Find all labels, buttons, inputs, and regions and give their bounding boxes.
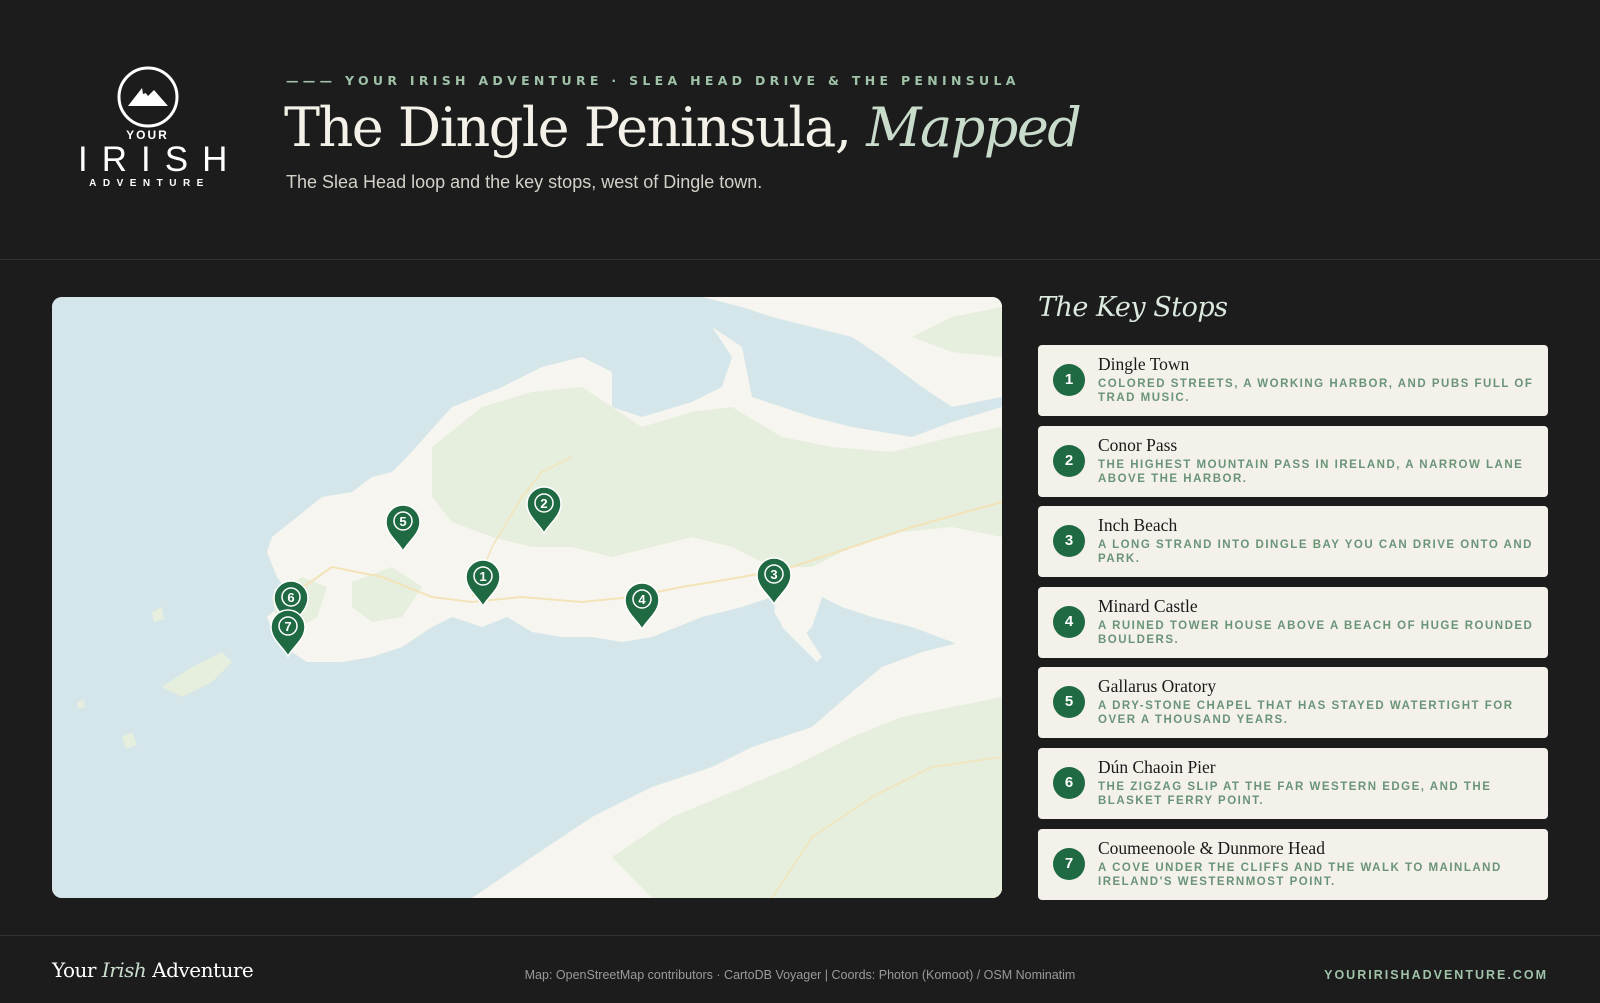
stop-description: The highest mountain pass in Ireland, a … <box>1098 458 1524 485</box>
map-marker-number: 3 <box>770 567 777 582</box>
page-title: The Dingle Peninsula, Mapped <box>284 96 1082 159</box>
title-accent: Mapped <box>866 96 1082 159</box>
stop-name: Inch Beach <box>1098 515 1178 536</box>
site-link[interactable]: YOURIRISHADVENTURE.COM <box>1324 968 1548 982</box>
stop-card[interactable]: 6 Dún Chaoin Pier The zigzag slip at the f… <box>1038 747 1548 819</box>
stop-name: Coumeenoole & Dunmore Head <box>1098 837 1325 858</box>
stop-number-badge: 2 <box>1053 444 1085 477</box>
stop-number-badge: 3 <box>1053 525 1085 558</box>
eyebrow: ——— YOUR IRISH ADVENTURE · SLEA HEAD DRI… <box>286 73 1020 88</box>
stop-description: A long strand into Dingle Bay you can dr… <box>1098 539 1533 566</box>
footer: Your Irish Adventure Map: OpenStreetMap … <box>0 935 1600 1003</box>
map-marker-number: 7 <box>284 619 291 634</box>
stop-number-badge: 7 <box>1053 847 1085 880</box>
stops-list: 1 Dingle Town Colored streets, a working h… <box>1038 345 1548 909</box>
map-marker-number: 6 <box>287 590 294 605</box>
map-marker-number: 5 <box>399 514 406 529</box>
map-marker-number: 1 <box>479 569 486 584</box>
logo-irish: IRISH <box>78 140 242 179</box>
stop-description: A ruined tower house above a beach of hu… <box>1098 619 1534 646</box>
stop-card[interactable]: 3 Inch Beach A long strand into Dingle Bay… <box>1038 506 1548 578</box>
stop-number-badge: 5 <box>1053 686 1085 719</box>
stops-title: The Key Stops <box>1038 292 1228 323</box>
stop-name: Minard Castle <box>1098 595 1198 616</box>
stop-number-badge: 4 <box>1053 605 1085 638</box>
map-marker-number: 2 <box>540 496 547 511</box>
stop-number-badge: 1 <box>1053 364 1085 396</box>
stop-name: Gallarus Oratory <box>1098 676 1217 697</box>
page-subtitle: The Slea Head loop and the key stops, we… <box>286 172 763 192</box>
map-canvas[interactable]: 1 2 3 4 5 6 7 <box>52 297 1002 898</box>
stop-card[interactable]: 4 Minard Castle A ruined tower house above… <box>1038 586 1548 658</box>
mountain-icon <box>117 66 179 128</box>
stop-name: Dingle Town <box>1098 354 1190 374</box>
peninsula-map[interactable]: 1 2 3 4 5 6 7 <box>52 297 1002 898</box>
stop-name: Dún Chaoin Pier <box>1098 756 1216 777</box>
stop-card[interactable]: 5 Gallarus Oratory A dry-stone chapel that… <box>1038 667 1548 739</box>
stop-description: Colored streets, a working harbor, and p… <box>1098 378 1534 404</box>
header: YOUR IRISH ADVENTURE ——— YOUR IRISH ADVE… <box>0 0 1600 260</box>
stop-card[interactable]: 2 Conor Pass The highest mountain pass in … <box>1038 425 1548 497</box>
stop-description: The zigzag slip at the far western edge,… <box>1098 780 1492 807</box>
brand-logo[interactable]: YOUR IRISH ADVENTURE <box>70 62 242 202</box>
stop-description: A dry-stone chapel that has stayed water… <box>1098 700 1514 727</box>
stop-name: Conor Pass <box>1098 434 1178 455</box>
logo-adventure: ADVENTURE <box>89 178 210 189</box>
stop-card[interactable]: 1 Dingle Town Colored streets, a working h… <box>1038 345 1548 416</box>
stop-description: A cove under the cliffs and the walk to … <box>1098 861 1502 888</box>
map-marker-number: 4 <box>638 592 646 607</box>
title-main: The Dingle Peninsula, <box>284 96 867 159</box>
stop-number-badge: 6 <box>1053 766 1085 799</box>
stop-card[interactable]: 7 Coumeenoole & Dunmore Head A cove under … <box>1038 828 1548 900</box>
